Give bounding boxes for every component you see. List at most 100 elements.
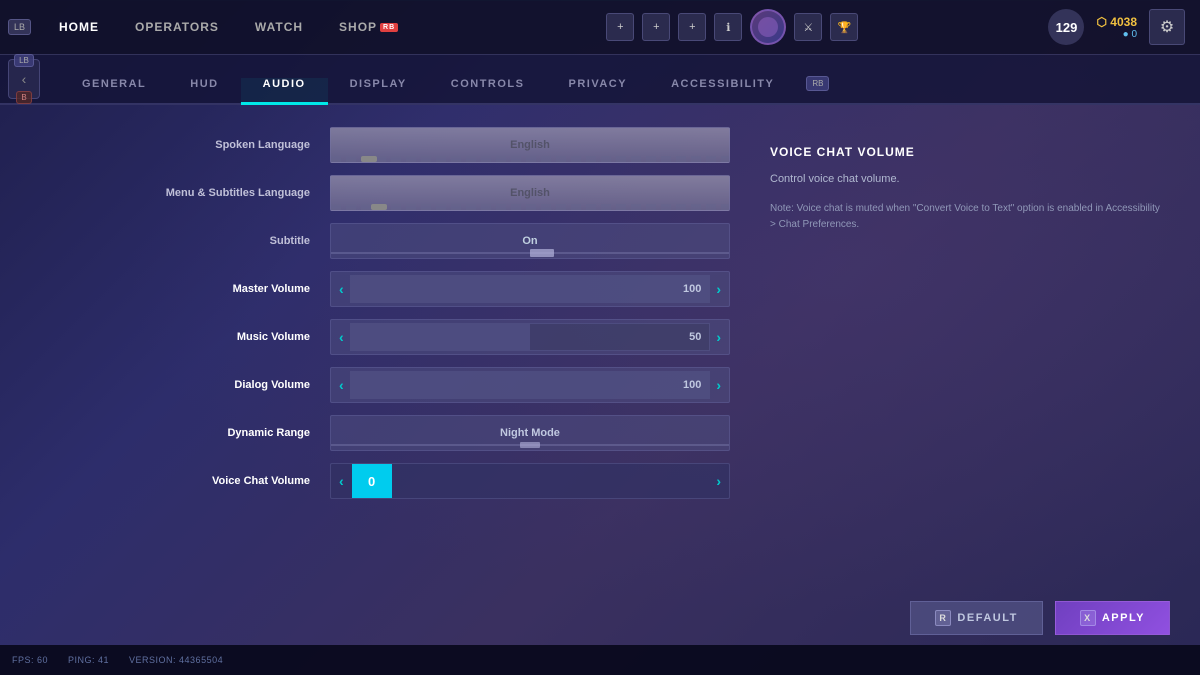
- nav-operators[interactable]: OPERATORS: [117, 0, 237, 55]
- master-volume-inc[interactable]: ›: [716, 281, 721, 297]
- apply-badge: X: [1080, 610, 1096, 626]
- nav-watch[interactable]: WATCH: [237, 0, 321, 55]
- tab-display[interactable]: DISPLAY: [328, 78, 429, 105]
- topbar: LB HOME OPERATORS WATCH SHOP RB + + + ℹ …: [0, 0, 1200, 55]
- dynamic-range-label: Dynamic Range: [50, 427, 330, 439]
- voice-chat-row: Voice Chat Volume ‹ 0 ›: [50, 461, 730, 501]
- dialog-volume-label: Dialog Volume: [50, 379, 330, 391]
- menu-language-label: Menu & Subtitles Language: [50, 187, 330, 199]
- dropdown-thumb-2: [371, 204, 387, 210]
- tab-general[interactable]: GENERAL: [60, 78, 168, 105]
- voice-chat-value: 0: [368, 474, 375, 489]
- music-volume-inc[interactable]: ›: [716, 329, 721, 345]
- master-volume-track: 100: [350, 275, 711, 303]
- menu-language-row: Menu & Subtitles Language English: [50, 173, 730, 213]
- dynamic-range-row: Dynamic Range Night Mode: [50, 413, 730, 453]
- spoken-language-control[interactable]: English: [330, 127, 730, 163]
- topbar-left: LB HOME OPERATORS WATCH SHOP RB: [0, 0, 416, 55]
- night-mode-value: Night Mode: [500, 427, 560, 439]
- topbar-right: 129 ⬡ 4038 ● 0 ⚙: [1048, 9, 1200, 45]
- voice-chat-dec[interactable]: ‹: [331, 473, 352, 489]
- info-panel: VOICE CHAT VOLUME Control voice chat vol…: [760, 125, 1170, 625]
- tab-hud[interactable]: HUD: [168, 78, 240, 105]
- dialog-volume-fill: [351, 372, 710, 398]
- lb-badge: LB: [8, 19, 31, 35]
- tab-controls[interactable]: CONTROLS: [429, 78, 547, 105]
- dialog-volume-row: Dialog Volume ‹ 100 ›: [50, 365, 730, 405]
- default-button[interactable]: R DEFAULT: [910, 601, 1042, 635]
- left-arrow-icon: ‹: [22, 71, 27, 87]
- topbar-icon-4[interactable]: ℹ: [714, 13, 742, 41]
- gear-button[interactable]: ⚙: [1149, 9, 1185, 45]
- subtitle-row: Subtitle On: [50, 221, 730, 261]
- topbar-icon-2[interactable]: +: [642, 13, 670, 41]
- dropdown-stripe: [331, 156, 729, 162]
- night-mode-thumb: [520, 442, 540, 448]
- currency-block: ⬡ 4038 ● 0: [1096, 15, 1137, 40]
- dialog-volume-value: 100: [683, 379, 701, 391]
- menu-language-value: English: [510, 187, 550, 199]
- fps-stat: FPS: 60: [12, 655, 48, 665]
- night-mode-track: Night Mode: [331, 416, 729, 450]
- settings-panel: Spoken Language English Menu & Subtitles…: [50, 125, 730, 625]
- menu-language-control[interactable]: English: [330, 175, 730, 211]
- master-volume-dec[interactable]: ‹: [339, 281, 344, 297]
- dialog-volume-control: ‹ 100 ›: [330, 367, 730, 403]
- rb-badge: RB: [806, 76, 829, 91]
- master-volume-value: 100: [683, 283, 701, 295]
- default-badge: R: [935, 610, 951, 626]
- tab-audio[interactable]: AUDIO: [241, 78, 328, 105]
- topbar-icon-5[interactable]: ⚔: [794, 13, 822, 41]
- currency-blue: ● 0: [1123, 29, 1137, 40]
- topbar-center: + + + ℹ ⚔ 🏆: [416, 9, 1048, 45]
- voice-chat-value-box: 0: [352, 464, 392, 498]
- dialog-volume-dec[interactable]: ‹: [339, 377, 344, 393]
- default-label: DEFAULT: [957, 612, 1017, 624]
- tab-privacy[interactable]: PRIVACY: [546, 78, 649, 105]
- music-volume-control: ‹ 50 ›: [330, 319, 730, 355]
- apply-button[interactable]: X APPLY: [1055, 601, 1170, 635]
- music-volume-dec[interactable]: ‹: [339, 329, 344, 345]
- b-badge: B: [16, 91, 31, 104]
- master-volume-label: Master Volume: [50, 283, 330, 295]
- rank-badge: 129: [1048, 9, 1084, 45]
- topbar-icon-1[interactable]: +: [606, 13, 634, 41]
- tabbar: LB ‹ B GENERAL HUD AUDIO DISPLAY CONTROL…: [0, 55, 1200, 105]
- topbar-icon-6[interactable]: 🏆: [830, 13, 858, 41]
- dropdown-stripe-2: [331, 204, 729, 210]
- topbar-icon-3[interactable]: +: [678, 13, 706, 41]
- dialog-volume-track: 100: [350, 371, 711, 399]
- nav-home[interactable]: HOME: [41, 0, 117, 55]
- avatar-inner: [758, 17, 778, 37]
- music-volume-row: Music Volume ‹ 50 ›: [50, 317, 730, 357]
- spoken-language-label: Spoken Language: [50, 139, 330, 151]
- toggle-thumb: [530, 249, 554, 257]
- subtitle-label: Subtitle: [50, 235, 330, 247]
- info-description: Control voice chat volume.: [770, 171, 1160, 189]
- nav-shop[interactable]: SHOP RB: [321, 0, 416, 55]
- master-volume-fill: [351, 276, 710, 302]
- lb-tab-badge: LB: [14, 54, 34, 67]
- voice-chat-label: Voice Chat Volume: [50, 475, 330, 487]
- dialog-volume-inc[interactable]: ›: [716, 377, 721, 393]
- dynamic-range-control[interactable]: Night Mode: [330, 415, 730, 451]
- left-nav-arrow[interactable]: LB ‹ B: [8, 59, 40, 99]
- music-volume-value: 50: [689, 331, 701, 343]
- music-volume-label: Music Volume: [50, 331, 330, 343]
- shop-badge: RB: [380, 23, 398, 32]
- voice-chat-inc[interactable]: ›: [708, 473, 729, 489]
- music-volume-track: 50: [350, 323, 711, 351]
- master-volume-row: Master Volume ‹ 100 ›: [50, 269, 730, 309]
- spoken-language-value: English: [510, 139, 550, 151]
- ping-stat: PING: 41: [68, 655, 109, 665]
- info-title: VOICE CHAT VOLUME: [770, 145, 1160, 159]
- master-volume-control: ‹ 100 ›: [330, 271, 730, 307]
- subtitle-control[interactable]: On: [330, 223, 730, 259]
- dropdown-thumb: [361, 156, 377, 162]
- toggle-track: On: [331, 224, 729, 258]
- avatar[interactable]: [750, 9, 786, 45]
- tab-accessibility[interactable]: ACCESSIBILITY: [649, 78, 796, 105]
- voice-chat-control: ‹ 0 ›: [330, 463, 730, 499]
- music-volume-fill: [351, 324, 530, 350]
- version-stat: VERSION: 44365504: [129, 655, 223, 665]
